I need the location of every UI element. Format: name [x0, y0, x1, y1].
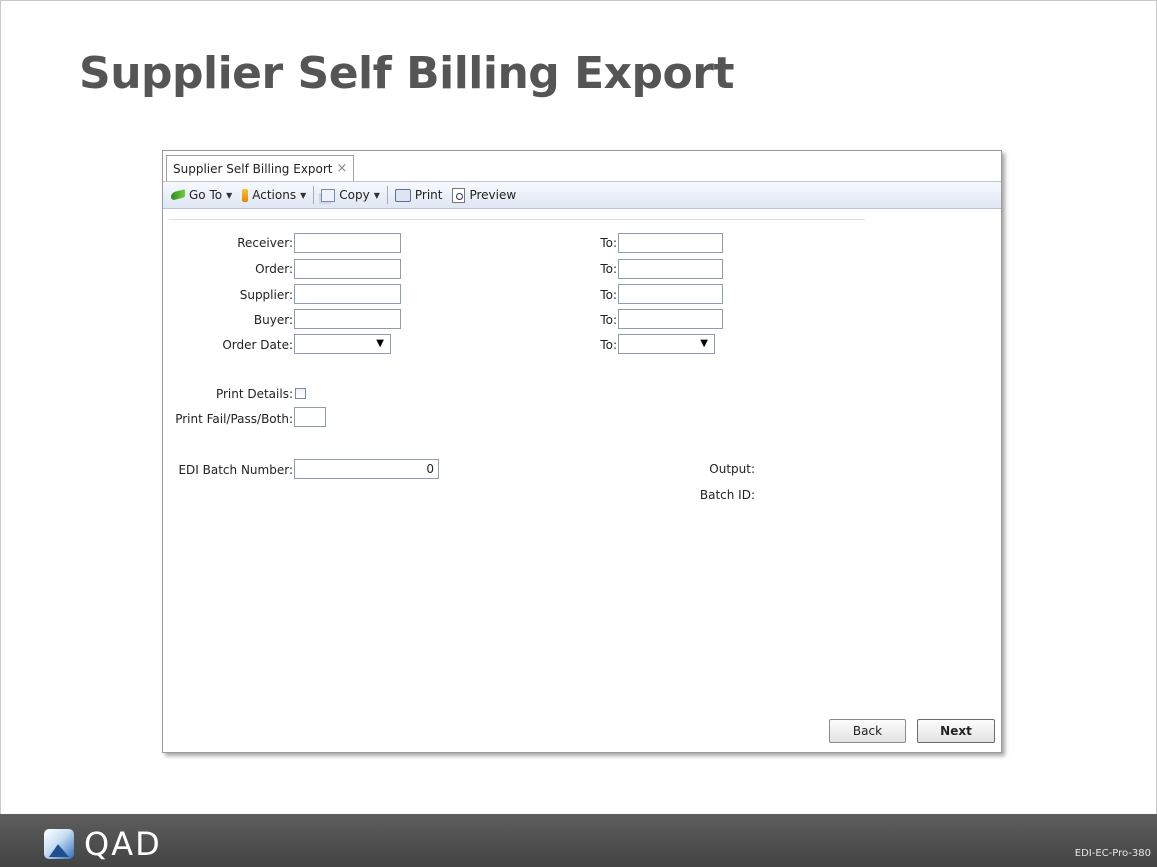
- tab-supplier-self-billing-export[interactable]: Supplier Self Billing Export ×: [166, 155, 355, 181]
- copy-button[interactable]: Copy ▼: [316, 184, 385, 206]
- print-button[interactable]: Print: [390, 184, 448, 206]
- next-button[interactable]: Next: [917, 719, 995, 743]
- toolbar-separator: [313, 186, 315, 204]
- order-from-input[interactable]: [294, 259, 401, 279]
- preview-label: Preview: [469, 188, 517, 202]
- receiver-to-input[interactable]: [618, 233, 723, 253]
- app-window: Supplier Self Billing Export × Go To ▼ A…: [162, 150, 1002, 753]
- goto-arrow-icon: [171, 189, 185, 201]
- output-label: Output:: [709, 462, 755, 476]
- buyer-from-input[interactable]: [294, 309, 401, 329]
- chevron-down-icon: ▼: [226, 190, 233, 200]
- buyer-to-input[interactable]: [618, 309, 723, 329]
- qad-logo-mark-icon: [44, 829, 74, 859]
- receiver-to-label: To:: [600, 236, 617, 250]
- dropdown-arrow-icon: ▼: [376, 338, 384, 349]
- supplier-to-input[interactable]: [618, 284, 723, 304]
- slide-title: Supplier Self Billing Export: [79, 48, 735, 99]
- preview-icon: [452, 187, 466, 203]
- receiver-from-input[interactable]: [294, 233, 401, 253]
- lightning-icon: [242, 188, 249, 202]
- qad-logo: QAD: [44, 825, 162, 863]
- actions-label: Actions: [252, 188, 297, 202]
- tab-bar: Supplier Self Billing Export ×: [163, 151, 1001, 181]
- print-details-label: Print Details:: [215, 387, 293, 401]
- goto-label: Go To: [189, 188, 223, 202]
- toolbar: Go To ▼ Actions ▼ Copy ▼ Print Preview: [163, 181, 1001, 209]
- supplier-to-label: To:: [600, 288, 617, 302]
- tab-label: Supplier Self Billing Export: [173, 161, 333, 176]
- buyer-to-label: To:: [600, 313, 617, 327]
- copy-label: Copy: [339, 188, 370, 202]
- order-date-to-label: To:: [600, 338, 617, 352]
- qad-logo-text: QAD: [84, 825, 162, 863]
- toolbar-separator: [386, 186, 388, 204]
- edi-batch-number-input[interactable]: [294, 459, 439, 479]
- print-label: Print: [414, 188, 443, 202]
- batch-id-label: Batch ID:: [699, 488, 755, 502]
- buyer-label: Buyer:: [253, 313, 293, 327]
- actions-button[interactable]: Actions ▼: [237, 184, 311, 206]
- print-fail-pass-both-label: Print Fail/Pass/Both:: [175, 412, 293, 426]
- order-date-to-select[interactable]: ▼: [618, 334, 715, 354]
- supplier-from-input[interactable]: [294, 284, 401, 304]
- edi-batch-number-label: EDI Batch Number:: [178, 463, 293, 477]
- preview-button[interactable]: Preview: [447, 184, 521, 206]
- order-label: Order:: [255, 262, 293, 276]
- slide-footer: QAD EDI-EC-Pro-380: [0, 814, 1157, 867]
- copy-icon: [321, 188, 336, 202]
- form-divider: [169, 219, 865, 220]
- back-button[interactable]: Back: [829, 719, 906, 743]
- print-details-checkbox[interactable]: [295, 388, 306, 399]
- order-to-input[interactable]: [618, 259, 723, 279]
- slide-code: EDI-EC-Pro-380: [1074, 848, 1151, 859]
- print-fail-pass-both-input[interactable]: [294, 407, 326, 427]
- printer-icon: [394, 188, 411, 202]
- chevron-down-icon: ▼: [373, 190, 380, 200]
- close-icon[interactable]: ×: [337, 161, 348, 176]
- order-date-from-select[interactable]: ▼: [294, 334, 391, 354]
- dropdown-arrow-icon: ▼: [700, 338, 708, 349]
- order-date-label: Order Date:: [222, 338, 293, 352]
- receiver-label: Receiver:: [237, 236, 293, 250]
- order-to-label: To:: [600, 262, 617, 276]
- chevron-down-icon: ▼: [300, 190, 307, 200]
- goto-button[interactable]: Go To ▼: [166, 184, 237, 206]
- supplier-label: Supplier:: [239, 288, 293, 302]
